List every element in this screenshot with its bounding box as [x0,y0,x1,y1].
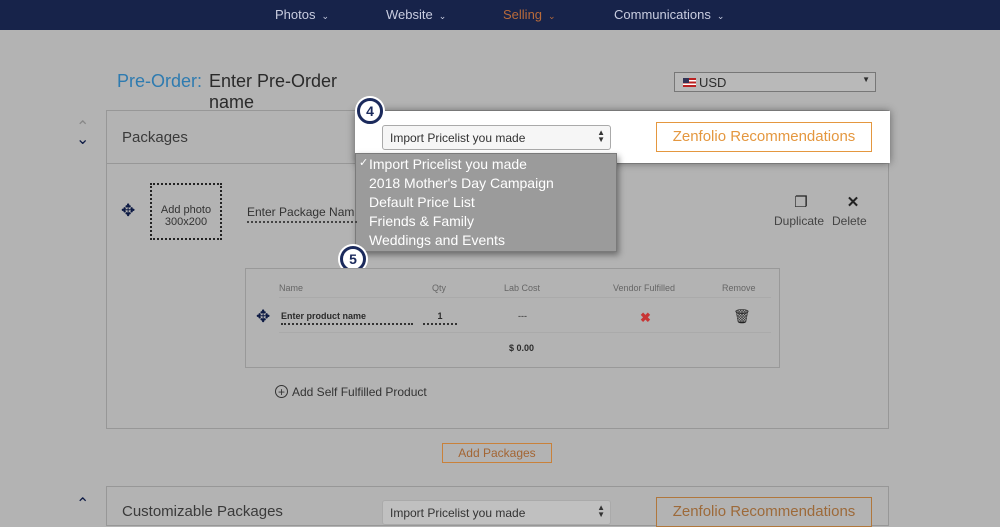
trash-icon[interactable]: 🗑 [733,308,751,325]
customizable-reorder-arrows[interactable]: ⌃ [76,496,90,513]
table-header-qty: Qty [432,283,447,293]
packages-reorder-arrows[interactable]: ⌃ ⌄ [76,120,90,148]
chevron-down-icon: ⌄ [438,11,447,21]
plus-circle-icon: + [275,385,288,398]
table-total: $ 0.00 [509,343,535,353]
vendor-fulfilled-x-icon: ✖ [640,310,651,325]
dropdown-option[interactable]: Default Price List [369,194,475,210]
nav-selling[interactable]: Selling ⌄ [503,0,556,30]
customizable-title: Customizable Packages [122,503,283,520]
move-icon[interactable]: ✥ [256,307,270,327]
delete-button[interactable]: Delete [832,214,867,228]
dropdown-option[interactable]: Weddings and Events [369,232,505,248]
package-name-input[interactable]: Enter Package Nam [247,205,357,223]
nav-website[interactable]: Website ⌄ [386,0,446,30]
add-photo-placeholder[interactable]: Add photo 300x200 [150,183,222,240]
table-header-name: Name [279,283,304,293]
dropdown-option[interactable]: ✓ Import Pricelist you made [359,156,527,172]
nav-communications[interactable]: Communications ⌄ [614,0,724,30]
preorder-label: Pre-Order: [117,71,203,91]
table-header-remove: Remove [722,283,756,293]
close-icon[interactable]: ✕ [843,193,863,211]
caret-down-icon: ▼ [862,75,870,84]
pricelist-select[interactable]: Import Pricelist you made ▲ ▼ [382,125,611,150]
checkmark-icon: ✓ [359,157,369,169]
step-badge-4: 4 [357,98,383,124]
duplicate-icon[interactable]: ❐ [791,193,811,211]
packages-title: Packages [122,129,188,146]
chevron-down-icon: ⌄ [321,11,330,21]
table-divider [279,332,771,333]
zenfolio-recommendations-button[interactable]: Zenfolio Recommendations [656,122,872,152]
top-nav [0,0,1000,30]
add-packages-button[interactable]: Add Packages [442,443,552,463]
chevron-down-icon: ⌄ [548,11,556,21]
dropdown-option[interactable]: 2018 Mother's Day Campaign [369,175,554,191]
nav-photos[interactable]: Photos ⌄ [275,0,329,30]
table-divider [279,297,771,298]
customizable-pricelist-select[interactable]: Import Pricelist you made ▲ ▼ [382,500,611,525]
table-header-vendor: Vendor Fulfilled [613,283,676,293]
chevron-down-icon: ⌄ [76,131,90,148]
table-header-lab-cost: Lab Cost [504,283,541,293]
chevron-up-icon: ⌃ [76,496,90,513]
add-self-fulfilled-button[interactable]: + Add Self Fulfilled Product [275,385,427,399]
us-flag-icon [683,78,696,87]
move-icon[interactable]: ✥ [121,201,135,221]
qty-input[interactable]: 1 [423,311,457,325]
chevron-down-icon: ⌄ [716,11,725,21]
lab-cost-value: --- [518,311,527,321]
customizable-zenfolio-recommendations-button[interactable]: Zenfolio Recommendations [656,497,872,527]
pricelist-dropdown: ✓ Import Pricelist you made 2018 Mother's… [355,153,617,252]
updown-arrows-icon: ▲ ▼ [597,128,605,144]
dropdown-option[interactable]: Friends & Family [369,213,474,229]
product-name-input[interactable]: Enter product name [281,311,413,325]
currency-select[interactable]: USD ▼ [674,72,876,92]
duplicate-button[interactable]: Duplicate [774,214,824,228]
